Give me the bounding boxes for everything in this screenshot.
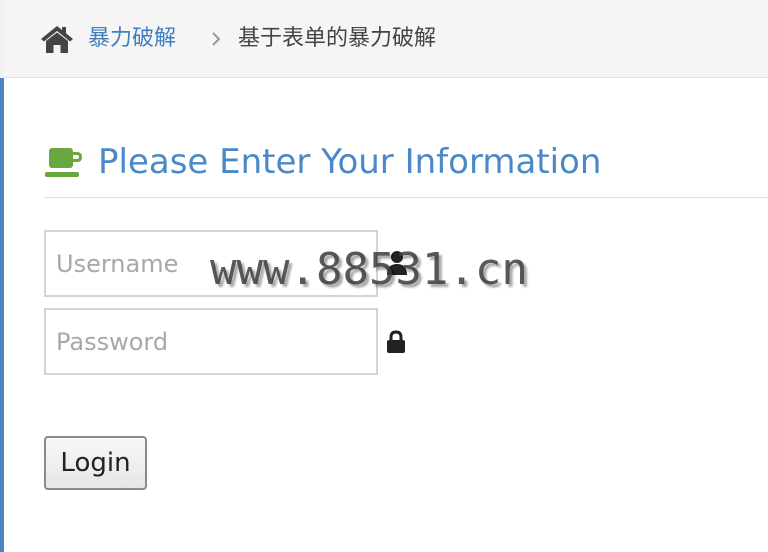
home-icon[interactable] bbox=[40, 24, 74, 54]
login-button[interactable]: Login bbox=[44, 436, 147, 490]
sidebar-accent bbox=[0, 78, 4, 552]
page: 暴力破解 基于表单的暴力破解 Please Enter Your Informa… bbox=[0, 0, 768, 552]
user-icon bbox=[387, 251, 407, 275]
coffee-icon bbox=[45, 148, 82, 177]
chevron-right-icon bbox=[212, 32, 221, 46]
heading-divider bbox=[44, 197, 768, 198]
breadcrumb-link-brute-force[interactable]: 暴力破解 bbox=[88, 24, 176, 54]
lock-icon bbox=[387, 330, 405, 353]
breadcrumb: 暴力破解 基于表单的暴力破解 bbox=[4, 0, 768, 78]
username-input[interactable] bbox=[44, 230, 378, 297]
page-title-text: Please Enter Your Information bbox=[98, 142, 602, 182]
breadcrumb-current: 基于表单的暴力破解 bbox=[238, 26, 437, 51]
password-input[interactable] bbox=[44, 308, 378, 375]
